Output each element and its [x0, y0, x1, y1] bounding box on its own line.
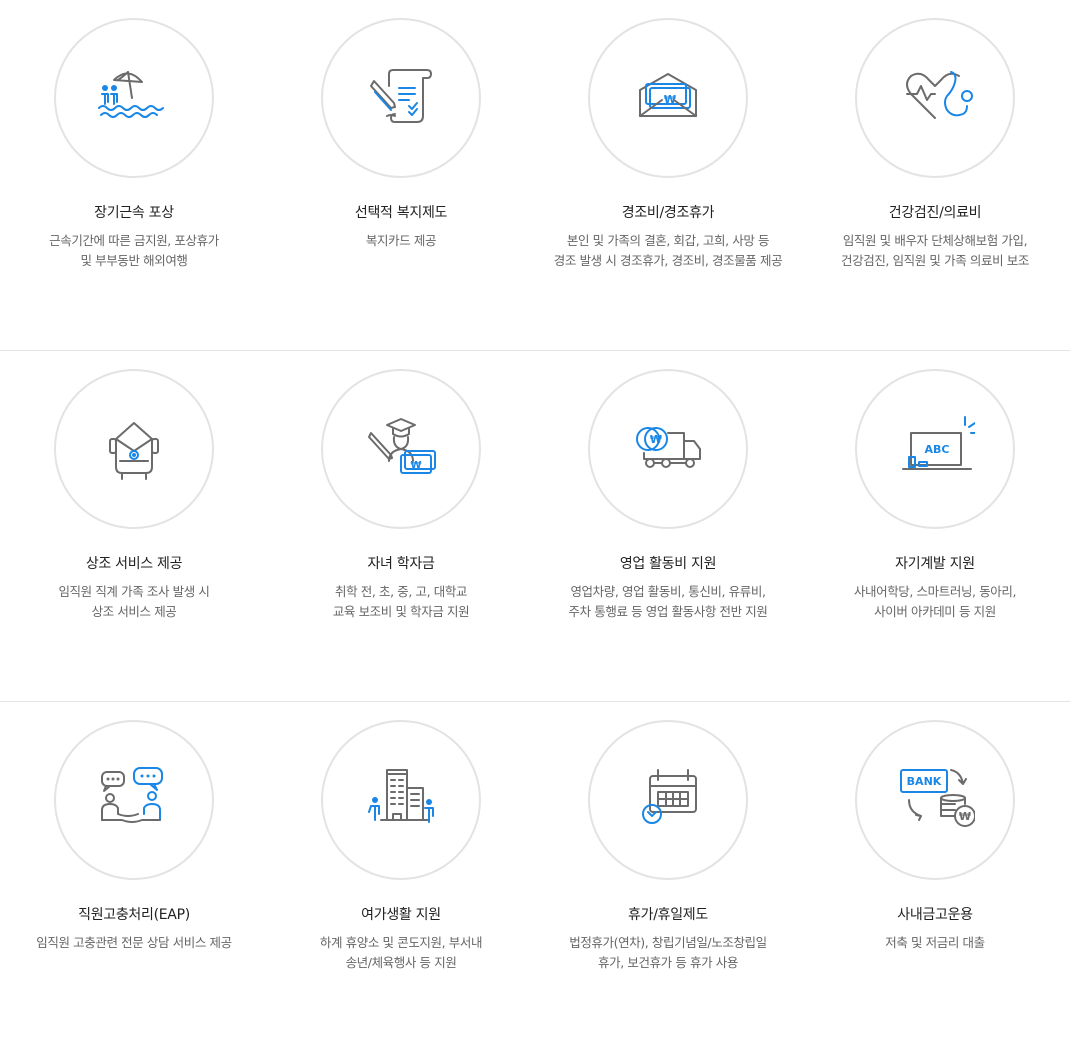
benefit-description: 영업차량, 영업 활동비, 통신비, 유류비, 주차 통행료 등 영업 활동사항…	[534, 582, 802, 622]
chat-counseling-icon	[101, 767, 163, 823]
benefit-title: 선택적 복지제도	[354, 205, 448, 221]
icon-circle	[321, 720, 481, 880]
description-line: 하계 휴양소 및 콘도지원, 부서내	[319, 935, 483, 950]
icon-circle: ₩	[588, 369, 748, 529]
benefit-item: 장기근속 포상 근속기간에 따른 금지원, 포상휴가 및 부부동반 해외여행	[0, 18, 268, 271]
benefit-title: 경조비/경조휴가	[621, 205, 715, 221]
benefit-title: 여가생활 지원	[361, 907, 441, 923]
benefit-item: ₩ 경조비/경조휴가 본인 및 가족의 결혼, 회갑, 고희, 사망 등 경조 …	[534, 18, 802, 271]
benefit-description: 사내어학당, 스마트러닝, 동아리, 사이버 아카데미 등 지원	[801, 582, 1069, 622]
description-line: 임직원 고충관련 전문 상담 서비스 제공	[36, 935, 232, 950]
benefit-item: 건강검진/의료비 임직원 및 배우자 단체상해보험 가입, 건강검진, 임직원 …	[801, 18, 1069, 271]
description-line: 취학 전, 초, 중, 고, 대학교	[334, 584, 468, 599]
abc-label: ABC	[925, 443, 950, 456]
description-line: 임직원 직계 가족 조사 발생 시	[58, 584, 210, 599]
graduate-scholarship-icon: ₩	[368, 418, 436, 474]
benefit-title: 휴가/휴일제도	[628, 907, 708, 923]
building-people-icon	[368, 769, 434, 823]
benefit-title: 상조 서비스 제공	[85, 556, 183, 572]
benefit-title: 건강검진/의료비	[888, 205, 982, 221]
benefit-title: 사내금고운용	[897, 907, 973, 923]
benefit-description: 취학 전, 초, 중, 고, 대학교 교육 보조비 및 학자금 지원	[267, 582, 535, 622]
bank-coins-icon: BANK ₩	[900, 769, 975, 827]
benefits-grid: 장기근속 포상 근속기간에 따른 금지원, 포상휴가 및 부부동반 해외여행 선…	[0, 0, 1070, 1052]
calendar-icon	[642, 769, 697, 824]
beach-umbrella-icon	[98, 71, 164, 118]
money-envelope-icon: ₩	[639, 73, 697, 117]
description-line: 휴가, 보건휴가 등 휴가 사용	[598, 955, 738, 970]
benefit-item: 선택적 복지제도 복지카드 제공	[267, 18, 535, 251]
description-line: 건강검진, 임직원 및 가족 의료비 보조	[841, 253, 1029, 268]
benefit-description: 하계 휴양소 및 콘도지원, 부서내 송년/체육행사 등 지원	[267, 933, 535, 973]
description-line: 근속기간에 따른 금지원, 포상휴가	[49, 233, 219, 248]
description-line: 주차 통행료 등 영업 활동사항 전반 지원	[568, 604, 768, 619]
benefit-item: ₩ 자녀 학자금 취학 전, 초, 중, 고, 대학교 교육 보조비 및 학자금…	[267, 369, 535, 622]
benefit-item: BANK ₩ 사내금고운용 저축 및 저금리 대출	[801, 720, 1069, 953]
benefit-item: 여가생활 지원 하계 휴양소 및 콘도지원, 부서내 송년/체육행사 등 지원	[267, 720, 535, 973]
benefit-title: 장기근속 포상	[94, 205, 174, 221]
won-symbol: ₩	[410, 460, 421, 471]
benefit-title: 영업 활동비 지원	[619, 556, 717, 572]
icon-circle: ₩	[321, 369, 481, 529]
description-line: 본인 및 가족의 결혼, 회갑, 고희, 사망 등	[566, 233, 770, 248]
benefits-row: 장기근속 포상 근속기간에 따른 금지원, 포상휴가 및 부부동반 해외여행 선…	[0, 0, 1070, 350]
bank-label: BANK	[907, 775, 942, 788]
description-line: 저축 및 저금리 대출	[885, 935, 985, 950]
icon-circle	[588, 720, 748, 880]
description-line: 복지카드 제공	[365, 233, 437, 248]
won-symbol: ₩	[959, 810, 971, 823]
benefit-description: 저축 및 저금리 대출	[801, 933, 1069, 953]
benefit-description: 임직원 고충관련 전문 상담 서비스 제공	[0, 933, 268, 953]
description-line: 및 부부동반 해외여행	[80, 253, 188, 268]
benefit-description: 임직원 직계 가족 조사 발생 시 상조 서비스 제공	[0, 582, 268, 622]
benefit-description: 근속기간에 따른 금지원, 포상휴가 및 부부동반 해외여행	[0, 231, 268, 271]
icon-circle: ₩	[588, 18, 748, 178]
description-line: 사이버 아카데미 등 지원	[874, 604, 996, 619]
benefit-title: 자기계발 지원	[895, 556, 975, 572]
benefit-title: 자녀 학자금	[367, 556, 435, 572]
icon-circle	[54, 369, 214, 529]
icon-circle: BANK ₩	[855, 720, 1015, 880]
icon-circle	[855, 18, 1015, 178]
benefit-title: 직원고충처리(EAP)	[78, 907, 190, 923]
benefits-row: 직원고충처리(EAP) 임직원 고충관련 전문 상담 서비스 제공 여가생활 지…	[0, 701, 1070, 1052]
description-line: 경조 발생 시 경조휴가, 경조비, 경조물품 제공	[553, 253, 783, 268]
benefit-description: 본인 및 가족의 결혼, 회갑, 고희, 사망 등 경조 발생 시 경조휴가, …	[534, 231, 802, 271]
benefit-item: 상조 서비스 제공 임직원 직계 가족 조사 발생 시 상조 서비스 제공	[0, 369, 268, 622]
memorial-wreath-icon	[109, 422, 159, 480]
benefit-description: 임직원 및 배우자 단체상해보험 가입, 건강검진, 임직원 및 가족 의료비 …	[801, 231, 1069, 271]
benefit-item: ₩ 영업 활동비 지원 영업차량, 영업 활동비, 통신비, 유류비, 주차 통…	[534, 369, 802, 622]
benefit-description: 복지카드 제공	[267, 231, 535, 251]
heart-stethoscope-icon	[906, 71, 973, 119]
benefit-item: 휴가/휴일제도 법정휴가(연차), 창립기념일/노조창립일 휴가, 보건휴가 등…	[534, 720, 802, 973]
benefit-item: 직원고충처리(EAP) 임직원 고충관련 전문 상담 서비스 제공	[0, 720, 268, 953]
description-line: 법정휴가(연차), 창립기념일/노조창립일	[569, 935, 767, 950]
benefits-row: 상조 서비스 제공 임직원 직계 가족 조사 발생 시 상조 서비스 제공 ₩	[0, 350, 1070, 701]
description-line: 임직원 및 배우자 단체상해보험 가입,	[842, 233, 1028, 248]
description-line: 사내어학당, 스마트러닝, 동아리,	[853, 584, 1017, 599]
description-line: 영업차량, 영업 활동비, 통신비, 유류비,	[570, 584, 766, 599]
benefit-item: ABC 자기계발 지원 사내어학당, 스마트러닝, 동아리, 사이버 아카데미 …	[801, 369, 1069, 622]
description-line: 교육 보조비 및 학자금 지원	[332, 604, 470, 619]
delivery-truck-icon: ₩	[636, 427, 701, 468]
description-line: 상조 서비스 제공	[91, 604, 177, 619]
won-symbol: ₩	[650, 433, 662, 446]
description-line: 송년/체육행사 등 지원	[345, 955, 457, 970]
icon-circle	[54, 18, 214, 178]
icon-circle: ABC	[855, 369, 1015, 529]
laptop-abc-icon: ABC	[902, 416, 975, 470]
benefit-description: 법정휴가(연차), 창립기념일/노조창립일 휴가, 보건휴가 등 휴가 사용	[534, 933, 802, 973]
contract-scroll-icon	[370, 69, 432, 123]
icon-circle	[321, 18, 481, 178]
icon-circle	[54, 720, 214, 880]
